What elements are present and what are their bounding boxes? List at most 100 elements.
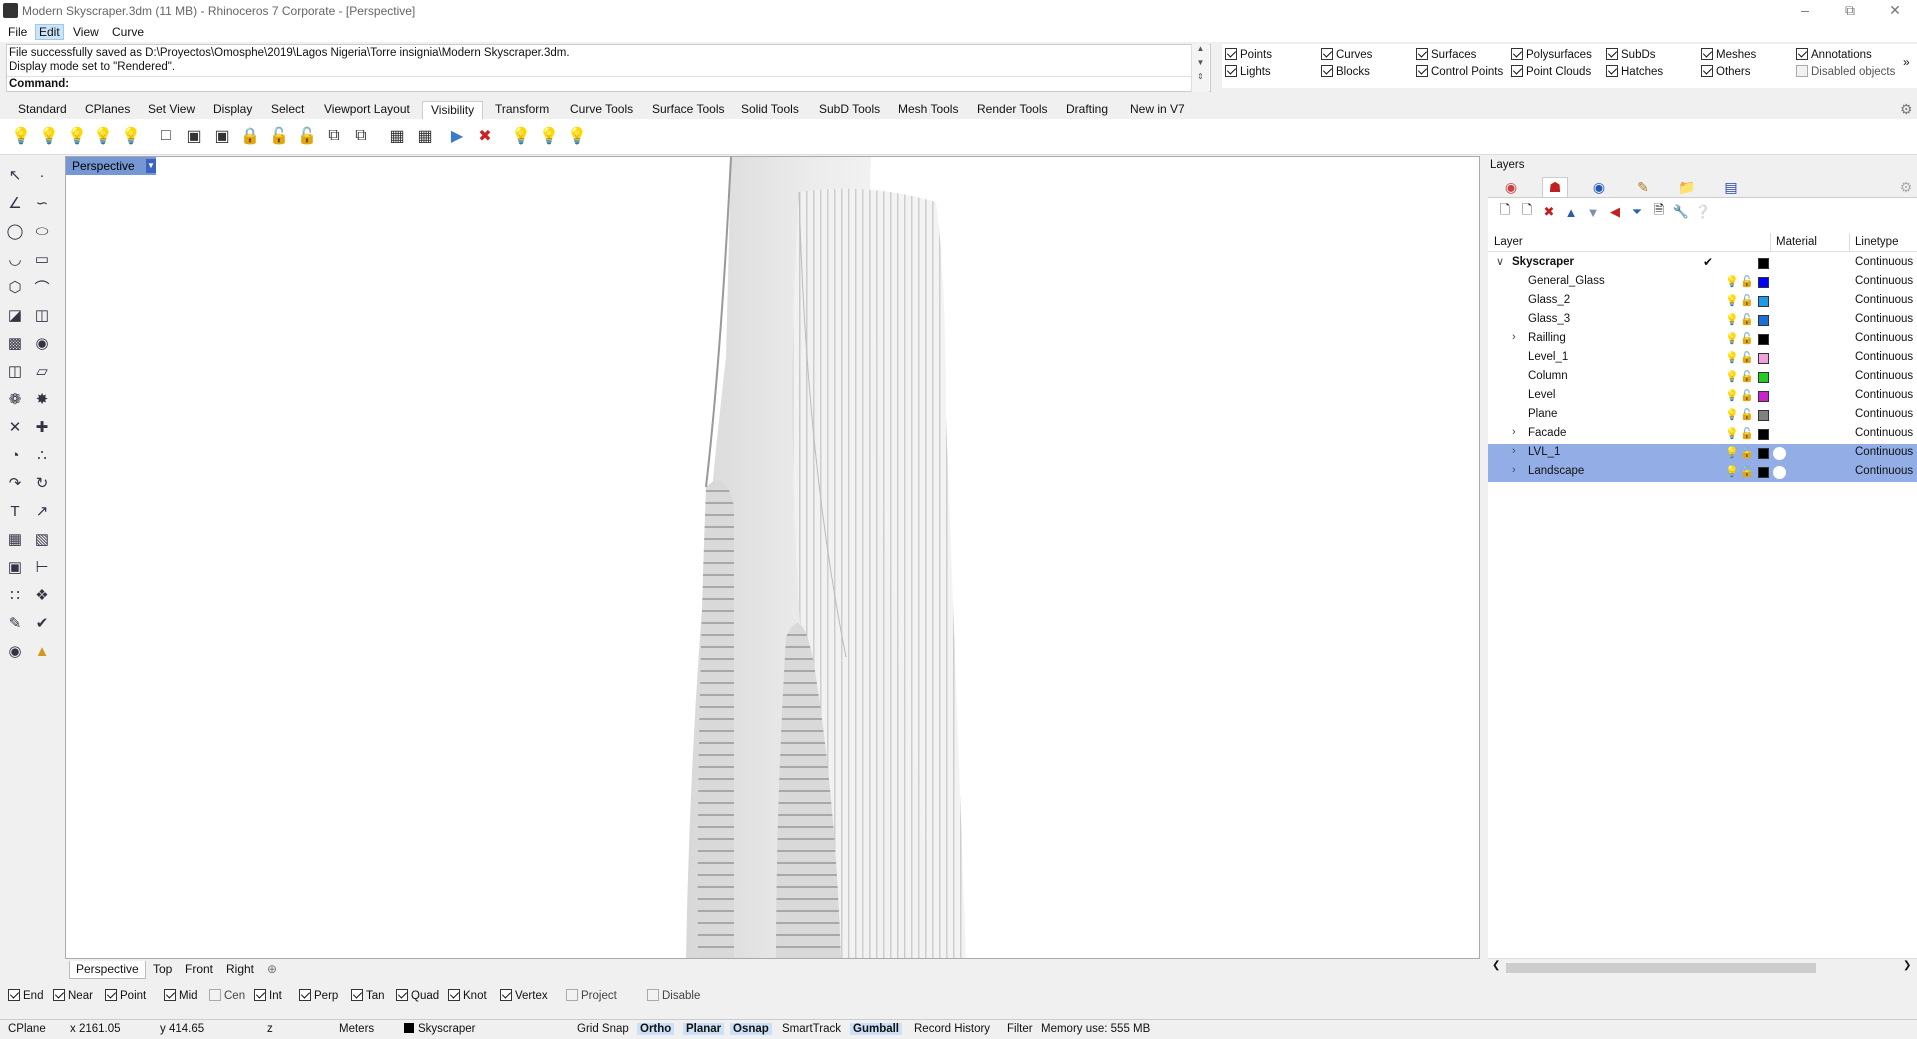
lightbulb-icon[interactable]: 💡 <box>1725 332 1739 345</box>
materials-icon[interactable]: ✎ <box>1630 177 1656 197</box>
delete-hidden-icon[interactable]: ✖ <box>474 125 496 147</box>
unlock-selected-icon[interactable]: ▣ <box>183 125 205 147</box>
vis-disabled-objects-checkbox[interactable]: Disabled objects <box>1796 65 1895 78</box>
chevron-right-icon[interactable]: › <box>1512 331 1516 343</box>
tab-curve-tools[interactable]: Curve Tools <box>562 101 641 119</box>
vis-others-checkbox[interactable]: Others <box>1701 65 1751 78</box>
ortho-toggle[interactable]: Ortho <box>637 1023 675 1035</box>
mesh-icon[interactable]: ❁ <box>4 388 26 410</box>
layer-color-swatch[interactable] <box>1758 277 1769 288</box>
grid-array-icon[interactable]: ∷ <box>4 584 26 606</box>
material-icon[interactable]: ▲ <box>31 640 53 662</box>
layer-color-swatch[interactable] <box>1758 410 1769 421</box>
osnap-perp-checkbox[interactable]: Perp <box>299 989 338 1002</box>
layer-linetype[interactable]: Continuous <box>1855 351 1913 363</box>
move-down-icon[interactable]: ▼ <box>1584 203 1602 221</box>
lightbulb-icon[interactable]: 💡 <box>1725 389 1739 402</box>
layer-name[interactable]: Landscape <box>1528 465 1584 477</box>
fillet-icon[interactable]: ⌒ <box>31 276 53 298</box>
layer-name[interactable]: Skyscraper <box>1512 256 1574 268</box>
tab-solid-tools[interactable]: Solid Tools <box>733 101 807 119</box>
osnap-point-checkbox[interactable]: Point <box>105 989 146 1002</box>
scroll-left-icon[interactable]: ❮ <box>1492 960 1500 971</box>
layers-icon[interactable]: ☗ <box>1542 177 1568 197</box>
menu-edit[interactable]: Edit <box>35 24 64 40</box>
dimension-icon[interactable]: ↗ <box>31 500 53 522</box>
tab-front[interactable]: Front <box>179 961 219 979</box>
layer-color-swatch[interactable] <box>1758 391 1769 402</box>
lightbulb-icon[interactable]: 💡 <box>1725 313 1739 326</box>
vis-annotations-checkbox[interactable]: Annotations <box>1796 48 1872 61</box>
layer-color-swatch[interactable] <box>1758 258 1769 269</box>
viewport-title[interactable]: Perspective <box>66 157 156 175</box>
tab-drafting[interactable]: Drafting <box>1058 101 1116 119</box>
filter-icon[interactable]: ⏷ <box>1628 203 1646 221</box>
add-viewport-icon[interactable]: ⊕ <box>261 961 283 979</box>
scroll-spin-icon[interactable]: ⇕ <box>1192 72 1209 86</box>
vis-hatches-checkbox[interactable]: Hatches <box>1606 65 1663 78</box>
split-icon[interactable]: ✚ <box>31 416 53 438</box>
layer-color-swatch[interactable] <box>1758 334 1769 345</box>
curve-icon[interactable]: ∽ <box>31 192 53 214</box>
osnap-project-checkbox[interactable]: Project <box>566 989 617 1002</box>
new-sublayer-icon[interactable]: 🗋 <box>1518 202 1536 221</box>
layer-color-swatch[interactable] <box>1758 353 1769 364</box>
array-icon[interactable]: ▦ <box>4 528 26 550</box>
select-locked-icon[interactable]: ▦ <box>414 125 436 147</box>
scroll-up-icon[interactable]: ▲ <box>1192 44 1209 58</box>
render-icon[interactable]: ◉ <box>1586 177 1612 197</box>
menu-file[interactable]: File <box>5 25 30 39</box>
analyze-icon[interactable]: ▧ <box>31 528 53 550</box>
render-icon[interactable]: ◉ <box>4 640 26 662</box>
smarttrack-toggle[interactable]: SmartTrack <box>782 1023 841 1035</box>
tab-cplanes[interactable]: CPlanes <box>77 101 138 119</box>
tab-visibility[interactable]: Visibility <box>422 101 484 119</box>
show-objects-icon[interactable]: 💡 <box>10 125 32 147</box>
layer-row[interactable]: General_Glass 💡 🔓 Continuous <box>1488 273 1917 292</box>
status-layer[interactable]: Skyscraper <box>404 1023 476 1035</box>
layer-linetype[interactable]: Continuous <box>1855 446 1913 458</box>
chevron-right-icon[interactable]: › <box>1512 464 1516 476</box>
tab-set-view[interactable]: Set View <box>140 101 203 119</box>
check-icon[interactable]: ✔ <box>31 612 53 634</box>
scroll-thumb[interactable] <box>1506 963 1816 973</box>
lock-open-icon[interactable]: 🔓 <box>1740 427 1754 440</box>
column-header-linetype[interactable]: Linetype <box>1855 236 1898 248</box>
command-scrollbar[interactable]: ▲ ▼ ⇕ <box>1191 44 1209 92</box>
lock-open-icon[interactable]: 🔓 <box>1740 294 1754 307</box>
column-header-material[interactable]: Material <box>1776 236 1817 248</box>
layer-row[interactable]: Column 💡 🔓 Continuous <box>1488 368 1917 387</box>
lock-open-icon[interactable]: 🔓 <box>1740 332 1754 345</box>
layer-color-swatch[interactable] <box>1758 467 1769 478</box>
drafting-icon[interactable]: ✎ <box>4 612 26 634</box>
lightbulb-icon[interactable]: 💡 <box>1725 446 1739 459</box>
lock-objects-icon[interactable]: □ <box>155 125 177 147</box>
menu-view[interactable]: View <box>70 25 102 39</box>
chevron-down-icon[interactable]: ∨ <box>1496 255 1504 268</box>
lock-open-icon[interactable]: 🔓 <box>1740 370 1754 383</box>
viewport-perspective[interactable]: Perspective ▼ <box>65 156 1480 959</box>
hide-objects-icon[interactable]: 💡 <box>66 125 88 147</box>
layer-name[interactable]: Glass_2 <box>1528 294 1570 306</box>
osnap-near-checkbox[interactable]: Near <box>53 989 93 1002</box>
lock-open-icon[interactable]: 🔓 <box>1740 275 1754 288</box>
material-circle-icon[interactable] <box>1773 466 1786 479</box>
chevron-right-icon[interactable]: » <box>1903 55 1910 69</box>
layers-horizontal-scrollbar[interactable]: ❮ ❯ <box>1488 958 1917 976</box>
layer-row[interactable]: › Landscape 💡 🔓 Continuous <box>1488 463 1917 482</box>
lock-swap-icon[interactable]: ▣ <box>211 125 233 147</box>
layer-linetype[interactable]: Continuous <box>1855 294 1913 306</box>
status-units[interactable]: Meters <box>339 1023 374 1035</box>
gear-icon[interactable]: ⚙ <box>1893 177 1917 197</box>
rotate-icon[interactable]: ↻ <box>31 472 53 494</box>
circle-icon[interactable]: ◯ <box>4 220 26 242</box>
delete-icon[interactable]: ✖ <box>1540 203 1558 221</box>
osnap-tan-checkbox[interactable]: Tan <box>351 989 385 1002</box>
layer-name[interactable]: Plane <box>1528 408 1557 420</box>
layer-name[interactable]: Facade <box>1528 427 1566 439</box>
display-icon[interactable]: ▤ <box>1718 177 1744 197</box>
layer-linetype[interactable]: Continuous <box>1855 370 1913 382</box>
layer-linetype[interactable]: Continuous <box>1855 332 1913 344</box>
text-icon[interactable]: T <box>4 500 26 522</box>
layer-linetype[interactable]: Continuous <box>1855 465 1913 477</box>
